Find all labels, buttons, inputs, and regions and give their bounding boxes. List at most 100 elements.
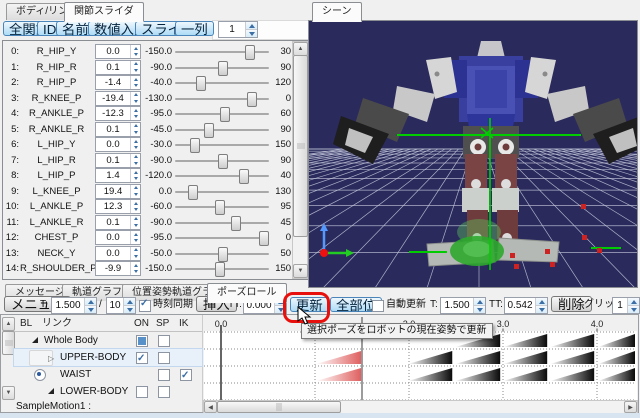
sp-checkbox[interactable]: [158, 335, 170, 347]
scene-3d-viewport[interactable]: [308, 20, 638, 288]
on-checkbox[interactable]: [136, 386, 148, 398]
slider-handle[interactable]: [239, 169, 249, 184]
joint-value-spinner[interactable]: 0.1: [95, 153, 141, 168]
tree-row-label[interactable]: Whole Body: [44, 332, 98, 349]
transition-time2-spinner[interactable]: 0.542: [504, 297, 548, 314]
joint-value-spinner[interactable]: 0.1: [95, 60, 141, 75]
joint-index: 4:: [3, 106, 19, 121]
col-link[interactable]: リンク: [42, 316, 72, 331]
slider-handle[interactable]: [196, 76, 206, 91]
slider-handle[interactable]: [218, 154, 228, 169]
slider-handle[interactable]: [231, 216, 241, 231]
expander-open-icon[interactable]: [32, 337, 38, 343]
tab-pose-roll[interactable]: ポーズロール: [207, 283, 287, 303]
joint-value-spinner[interactable]: -19.4: [95, 91, 141, 106]
tree-row-upper-body[interactable]: ▷ UPPER-BODY: [14, 349, 202, 366]
joint-slider[interactable]: [175, 246, 269, 261]
joint-slider[interactable]: [175, 153, 269, 168]
joint-value-spinner[interactable]: 0.0: [95, 44, 141, 59]
joint-value-spinner[interactable]: -1.4: [95, 75, 141, 90]
sp-checkbox[interactable]: [158, 369, 170, 381]
spinner-arrows[interactable]: [84, 298, 96, 313]
tree-row-lower-body[interactable]: LOWER-BODY: [14, 383, 202, 400]
joint-slider[interactable]: [175, 106, 269, 121]
timeline-scroll-right-icon[interactable]: ▶: [624, 401, 637, 413]
joint-value-spinner[interactable]: 1.4: [95, 168, 141, 183]
sp-checkbox[interactable]: [158, 386, 170, 398]
time-spinner[interactable]: 1.500: [51, 297, 97, 314]
scene-render[interactable]: [309, 21, 637, 287]
auto-update-checkbox[interactable]: [372, 300, 384, 312]
time2-spinner[interactable]: 1.500: [440, 297, 486, 314]
expander-closed-icon[interactable]: ▷: [48, 350, 54, 367]
slider-handle[interactable]: [259, 231, 269, 246]
denominator-spinner[interactable]: 10: [106, 297, 136, 314]
col-on[interactable]: ON: [134, 316, 149, 331]
slider-handle[interactable]: [215, 262, 225, 277]
joint-value-spinner[interactable]: 0.0: [95, 230, 141, 245]
timeline-scrollbar-thumb[interactable]: [217, 401, 341, 413]
joint-slider[interactable]: [175, 215, 269, 230]
slider-handle[interactable]: [218, 61, 228, 76]
slider-handle[interactable]: [204, 123, 214, 138]
slider-handle[interactable]: [220, 107, 230, 122]
slider-handle[interactable]: [245, 45, 255, 60]
tab-joint-slider[interactable]: 関節スライダ: [64, 2, 144, 22]
joint-value-spinner[interactable]: 0.0: [95, 137, 141, 152]
tree-row-label[interactable]: LOWER-BODY: [60, 383, 128, 400]
spinner-arrows[interactable]: [627, 298, 639, 313]
spinner-arrows[interactable]: [535, 298, 547, 313]
joint-slider[interactable]: [175, 230, 269, 245]
time-sync-checkbox[interactable]: [139, 300, 151, 312]
scroll-up-icon[interactable]: ▲: [293, 42, 308, 56]
spin-up-icon[interactable]: [249, 24, 255, 28]
slider-handle[interactable]: [247, 92, 257, 107]
slider-handle[interactable]: [215, 200, 225, 215]
slider-handle[interactable]: [218, 247, 228, 262]
joint-value-spinner[interactable]: 0.0: [95, 246, 141, 261]
joint-slider[interactable]: [175, 91, 269, 106]
joint-slider[interactable]: [175, 261, 269, 276]
on-checkbox[interactable]: [136, 352, 148, 364]
col-ik[interactable]: IK: [179, 316, 188, 331]
joint-slider[interactable]: [175, 137, 269, 152]
slider-handle[interactable]: [190, 138, 200, 153]
tree-row-label[interactable]: WAIST: [60, 366, 91, 383]
sp-checkbox[interactable]: [158, 352, 170, 364]
joint-value-spinner[interactable]: 19.4: [95, 184, 141, 199]
joint-scrollbar-thumb[interactable]: [293, 55, 308, 237]
slider-groove: [175, 129, 269, 131]
joint-slider[interactable]: [175, 168, 269, 183]
spinner-arrows[interactable]: [245, 22, 257, 37]
joint-slider[interactable]: [175, 184, 269, 199]
spinner-arrows[interactable]: [473, 298, 485, 313]
spin-down-icon[interactable]: [249, 32, 255, 36]
joint-value-spinner[interactable]: 12.3: [95, 199, 141, 214]
joint-slider[interactable]: [175, 75, 269, 90]
joint-slider[interactable]: [175, 122, 269, 137]
joint-value-spinner[interactable]: -9.9: [95, 261, 141, 276]
tree-row-label[interactable]: UPPER-BODY: [60, 349, 126, 366]
on-checkbox[interactable]: [136, 335, 148, 347]
joint-toolbar-button-5[interactable]: 一列: [175, 21, 214, 36]
tab-scene[interactable]: シーン: [312, 2, 362, 22]
spinner-arrows[interactable]: [123, 298, 135, 313]
tree-row-waist[interactable]: WAIST: [14, 366, 202, 383]
base-link-radio[interactable]: [34, 369, 46, 381]
joint-slider[interactable]: [175, 60, 269, 75]
expander-open-icon[interactable]: [48, 388, 54, 394]
joint-value-spinner[interactable]: 0.1: [95, 122, 141, 137]
joint-value-spinner[interactable]: -12.3: [95, 106, 141, 121]
col-bl[interactable]: BL: [20, 316, 32, 331]
column-count-spinner[interactable]: 1: [218, 21, 258, 38]
slider-handle[interactable]: [188, 185, 198, 200]
joint-slider[interactable]: [175, 199, 269, 214]
ik-checkbox[interactable]: [180, 369, 192, 381]
joint-slider[interactable]: [175, 44, 269, 59]
col-sp[interactable]: SP: [156, 316, 169, 331]
tree-row-whole-body[interactable]: Whole Body: [14, 332, 202, 349]
scroll-down-icon[interactable]: ▼: [293, 264, 308, 278]
grid-spinner[interactable]: 1: [612, 297, 640, 314]
timeline-scroll-left-icon[interactable]: ◀: [204, 401, 217, 413]
joint-value-spinner[interactable]: 0.1: [95, 215, 141, 230]
